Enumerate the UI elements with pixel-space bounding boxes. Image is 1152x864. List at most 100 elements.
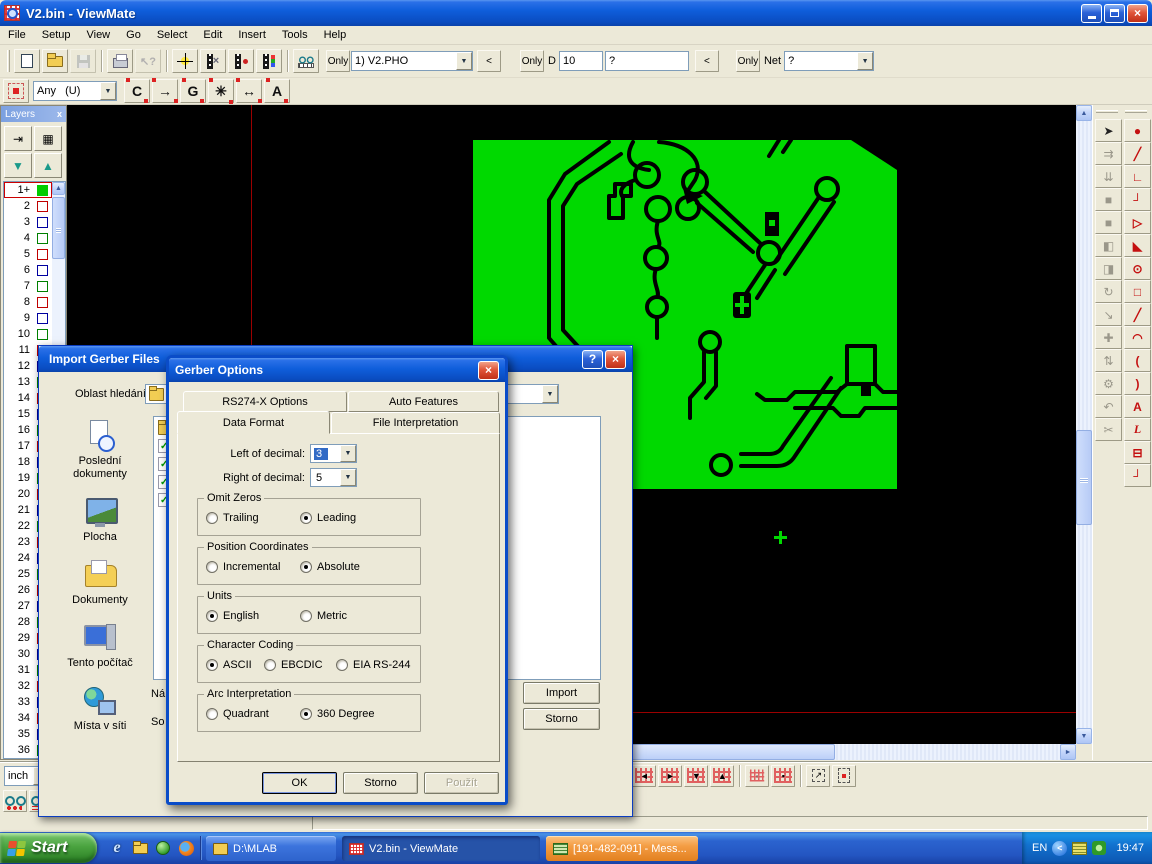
- edit-tool-button[interactable]: ✚: [1095, 326, 1122, 349]
- quicklaunch-ie[interactable]: e: [108, 839, 126, 857]
- menu-item[interactable]: Tools: [274, 27, 316, 43]
- ok-button[interactable]: OK: [262, 772, 337, 794]
- places-item[interactable]: Plocha: [51, 496, 149, 544]
- layer-row[interactable]: 6: [4, 262, 52, 278]
- scroll-right-button[interactable]: ►: [1060, 744, 1076, 760]
- object-type-button[interactable]: →: [152, 79, 178, 103]
- draw-tool-button[interactable]: (: [1124, 349, 1151, 372]
- chevron-down-icon[interactable]: ▼: [542, 385, 558, 403]
- palette-grip[interactable]: [1096, 110, 1118, 113]
- layer-row[interactable]: 4: [4, 230, 52, 246]
- layer-row[interactable]: 1+: [4, 182, 52, 198]
- dialog-help-button[interactable]: ?: [582, 350, 603, 369]
- layers-scroll-thumb[interactable]: [52, 197, 65, 259]
- layers-scroll-up[interactable]: ▲: [52, 182, 65, 195]
- layer-combo[interactable]: 1) V2.PHO ▼: [351, 51, 473, 71]
- radio-metric[interactable]: Metric: [300, 610, 347, 622]
- scroll-up-button[interactable]: ▲: [1076, 105, 1092, 121]
- chevron-down-icon[interactable]: ▼: [340, 445, 356, 462]
- select-mode-button[interactable]: [3, 79, 29, 103]
- menu-item[interactable]: File: [0, 27, 34, 43]
- only-layer-button[interactable]: Only: [326, 50, 350, 72]
- open-button[interactable]: [42, 49, 68, 73]
- gerber-close-button[interactable]: ×: [478, 361, 499, 380]
- tab-rs274x[interactable]: RS274-X Options: [183, 391, 347, 412]
- dialog-close-button[interactable]: ×: [605, 350, 626, 369]
- layer-down-button[interactable]: ▼: [4, 153, 32, 178]
- radio-absolute[interactable]: Absolute: [300, 561, 360, 573]
- draw-tool-button[interactable]: A: [1124, 395, 1151, 418]
- pan-button[interactable]: ▲: [710, 765, 734, 787]
- places-item[interactable]: Místa v síti: [51, 685, 149, 733]
- quicklaunch-folder[interactable]: [131, 839, 149, 857]
- radio-leading[interactable]: Leading: [300, 512, 356, 524]
- layer-color-swatch[interactable]: [37, 249, 48, 260]
- pan-button[interactable]: ◄: [632, 765, 656, 787]
- draw-tool-button[interactable]: ▷: [1124, 211, 1151, 234]
- tab-auto-features[interactable]: Auto Features: [348, 391, 499, 412]
- task-button[interactable]: [191-482-091] - Mess...: [546, 836, 698, 861]
- draw-tool-button[interactable]: ∟: [1124, 165, 1151, 188]
- chevron-down-icon[interactable]: ▼: [100, 82, 116, 100]
- draw-tool-button[interactable]: ◠: [1124, 326, 1151, 349]
- only-dcode-button[interactable]: Only: [520, 50, 544, 72]
- vertical-scroll-thumb[interactable]: [1076, 430, 1092, 525]
- pan-button[interactable]: ▼: [684, 765, 708, 787]
- net-combo[interactable]: ? ▼: [784, 51, 874, 71]
- layer-move-button[interactable]: ⇥: [4, 126, 32, 151]
- radio-ebcdic[interactable]: EBCDIC: [264, 659, 323, 671]
- only-net-button[interactable]: Only: [736, 50, 760, 72]
- draw-tool-button[interactable]: ┘: [1124, 464, 1151, 487]
- object-type-button[interactable]: ✳: [208, 79, 234, 103]
- dcode-query-field[interactable]: ?: [605, 51, 689, 71]
- draw-tool-button[interactable]: ⊙: [1124, 257, 1151, 280]
- radio-trailing[interactable]: Trailing: [206, 512, 259, 524]
- right-of-decimal-combo[interactable]: 5 ▼: [310, 468, 357, 487]
- toolbar-grip[interactable]: [7, 50, 10, 72]
- chevron-down-icon[interactable]: ▼: [857, 52, 873, 70]
- layer-up-button[interactable]: ▲: [34, 153, 62, 178]
- tools-film-button[interactable]: ×: [200, 49, 226, 73]
- edit-tool-button[interactable]: ⇅: [1095, 349, 1122, 372]
- object-type-button[interactable]: C: [124, 79, 150, 103]
- layer-color-swatch[interactable]: [37, 329, 48, 340]
- draw-tool-button[interactable]: ): [1124, 372, 1151, 395]
- layer-row[interactable]: 3: [4, 214, 52, 230]
- edit-tool-button[interactable]: ■: [1095, 211, 1122, 234]
- cancel-button[interactable]: Storno: [343, 772, 418, 794]
- grid-small-button[interactable]: ▫: [745, 765, 769, 787]
- import-button[interactable]: Import: [523, 682, 600, 704]
- inspect-measure-button[interactable]: [293, 49, 319, 73]
- import-cancel-button[interactable]: Storno: [523, 708, 600, 730]
- edit-tool-button[interactable]: ↻: [1095, 280, 1122, 303]
- prev-layer-button[interactable]: <: [477, 50, 501, 72]
- draw-tool-button[interactable]: ┘: [1124, 188, 1151, 211]
- context-help-button[interactable]: ↖?: [135, 49, 161, 73]
- layer-row[interactable]: 10: [4, 326, 52, 342]
- menu-item[interactable]: Go: [118, 27, 149, 43]
- edit-tool-button[interactable]: ➤: [1095, 119, 1122, 142]
- draw-tool-button[interactable]: L: [1124, 418, 1151, 441]
- draw-tool-button[interactable]: ●: [1124, 119, 1151, 142]
- menu-item[interactable]: Edit: [195, 27, 230, 43]
- layer-color-swatch[interactable]: [37, 201, 48, 212]
- save-button[interactable]: [70, 49, 96, 73]
- layer-row[interactable]: 7: [4, 278, 52, 294]
- edit-tool-button[interactable]: ◧: [1095, 234, 1122, 257]
- highlight-button[interactable]: [172, 49, 198, 73]
- layer-row[interactable]: 9: [4, 310, 52, 326]
- layer-row[interactable]: 5: [4, 246, 52, 262]
- layer-color-swatch[interactable]: [37, 265, 48, 276]
- menu-item[interactable]: Setup: [34, 27, 79, 43]
- places-item[interactable]: Dokumenty: [51, 559, 149, 607]
- menu-item[interactable]: View: [78, 27, 118, 43]
- layers-panel-titlebar[interactable]: Layers x: [1, 106, 66, 122]
- dcode-value-field[interactable]: 10: [559, 51, 603, 71]
- restore-button[interactable]: [1104, 4, 1125, 23]
- view-all-button[interactable]: [3, 790, 27, 812]
- tray-clipboard-icon[interactable]: [1072, 842, 1087, 855]
- vertical-scrollbar[interactable]: ▲ ▼: [1076, 105, 1092, 744]
- new-button[interactable]: [14, 49, 40, 73]
- film-marker-button[interactable]: [228, 49, 254, 73]
- layer-row[interactable]: 8: [4, 294, 52, 310]
